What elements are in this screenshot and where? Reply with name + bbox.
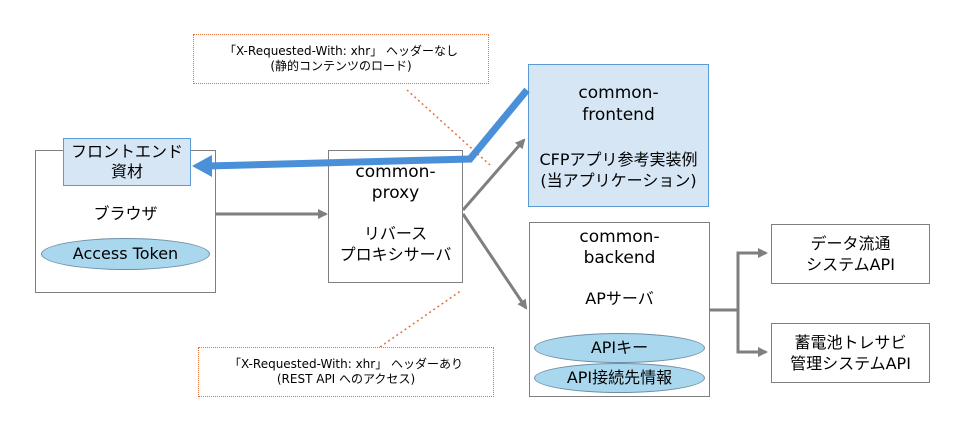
static-content-flow-arrowhead [192, 155, 212, 177]
static-content-flow-arrow [207, 87, 530, 170]
static-content-flow-layer [192, 87, 530, 177]
